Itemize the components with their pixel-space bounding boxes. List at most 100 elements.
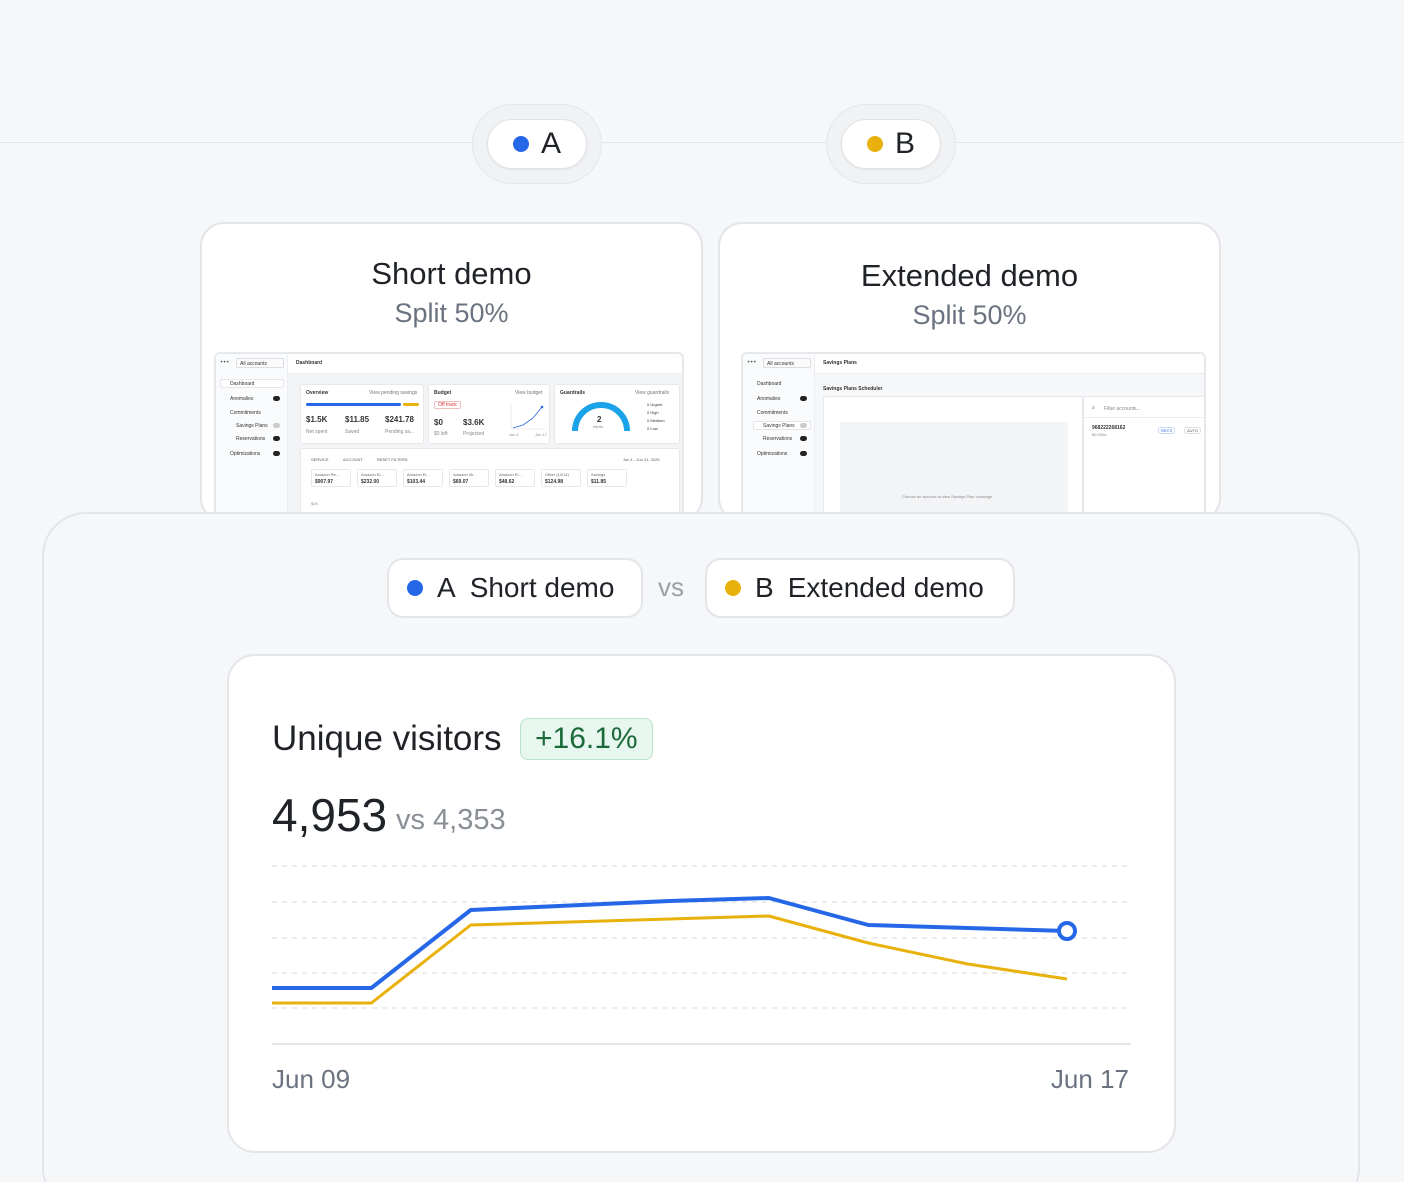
nav-item: Dashboard — [230, 381, 255, 387]
demo-card-b-title: Extended demo — [860, 258, 1079, 293]
nav-item: Commitments — [757, 410, 788, 416]
demo-card-a[interactable]: Short demo Split 50% ᐩᐩᐩ All accounts Da… — [200, 222, 703, 522]
demo-card-a-title: Short demo — [371, 256, 532, 291]
filter-input: Filter accounts... — [1104, 406, 1141, 412]
variant-a-dot-icon — [407, 580, 423, 596]
scheduler-panel: Choose an account to view Savings Plan c… — [823, 396, 1083, 520]
service-tile-value: $907.97 — [315, 479, 334, 485]
preview-sidebar: ᐩᐩᐩ All accounts Dashboard Anomalies Com… — [743, 354, 815, 520]
nav-item: Reservations — [236, 436, 266, 442]
variant-a-letter: A — [540, 127, 561, 160]
preview-topbar: Dashboard — [288, 354, 682, 374]
overview-link: View pending savings — [369, 390, 418, 396]
service-tile: Other (14/14) $124.98 — [541, 469, 581, 487]
logo-icon: ᐩᐩᐩ — [747, 359, 757, 368]
overview-title: Overview — [306, 390, 329, 396]
budget-panel: Budget View budget Off track $0 $3.6K $0… — [428, 384, 550, 444]
budget-mini-chart — [510, 403, 545, 430]
service-tile: Amazon El... $48.62 — [495, 469, 535, 487]
x-tick-label: Jun 17 — [1050, 1064, 1129, 1094]
variant-b-pill-outer: B — [826, 104, 956, 184]
service-tile-name: Amazon El... — [499, 472, 522, 477]
service-tile-name: Amazon Re... — [315, 472, 340, 477]
account-id: 968222268162 — [1092, 425, 1126, 431]
compare-a-letter: A — [437, 572, 456, 603]
budget-x-label: Jun 1 — [509, 432, 519, 437]
nav-item: Optimizations — [230, 451, 261, 457]
budget-value: $3.6K — [463, 418, 485, 427]
service-tile: Amazon El... $103.44 — [403, 469, 443, 487]
guardrails-level: 0 Medium — [647, 418, 665, 423]
service-tile: Amazon Vir... $69.07 — [449, 469, 489, 487]
preview-page-title: Dashboard — [296, 360, 323, 366]
compare-a-label: Short demo — [469, 572, 615, 603]
service-tile-value: $103.44 — [407, 479, 426, 485]
demo-b-preview: ᐩᐩᐩ All accounts Dashboard Anomalies Com… — [741, 352, 1206, 520]
overview-legend: Net spent — [306, 429, 328, 435]
budget-legend: Projected — [463, 431, 485, 437]
compare-b-label: Extended demo — [787, 572, 984, 603]
variant-a-pill-outer: A — [472, 104, 602, 184]
nav-item: Reservations — [763, 436, 793, 442]
series-line-a — [272, 896, 1068, 990]
demo-card-a-split: Split 50% — [394, 298, 509, 328]
guardrails-link: View guardrails — [635, 390, 670, 396]
compare-b-letter: B — [755, 572, 774, 603]
guardrails-title: Guardrails — [560, 390, 586, 396]
service-tile-name: Amazon Vir... — [453, 472, 477, 477]
nav-item: Savings Plans — [763, 423, 795, 429]
overview-legend: Saved — [345, 429, 360, 435]
nav-item: Savings Plans — [236, 423, 268, 429]
budget-value: $0 — [434, 418, 443, 427]
guardrails-count: 2 — [597, 415, 602, 424]
account-select: All accounts — [763, 358, 811, 368]
preview-content: Savings Plans Scheduler Choose an accoun… — [815, 374, 1204, 520]
variant-b-pill[interactable]: B — [841, 119, 941, 169]
logo-icon: ᐩᐩᐩ — [220, 359, 230, 368]
variant-b-dot-icon — [725, 580, 741, 596]
demo-a-preview: ᐩᐩᐩ All accounts Dashboard Anomalies Com… — [214, 352, 684, 520]
filter-chip: RESET FILTERS — [377, 457, 408, 462]
variant-a-pill[interactable]: A — [487, 119, 587, 169]
budget-status: Off track — [434, 401, 461, 409]
budget-title: Budget — [434, 390, 452, 396]
x-tick-label: Jun 09 — [272, 1064, 351, 1094]
date-range: Jun 1 - Jun 21, 2025 — [623, 457, 660, 462]
guardrails-level: 0 Low — [647, 426, 658, 431]
compare-variant-b-pill[interactable]: B Extended demo — [705, 558, 1015, 618]
guardrails-count-label: Alerts — [593, 424, 604, 429]
variant-b-letter: B — [894, 127, 915, 160]
service-tile-name: Other (14/14) — [545, 472, 569, 477]
service-tile-value: $69.07 — [453, 479, 469, 485]
services-panel: SERVICE ACCOUNT RESET FILTERS Jun 1 - Ju… — [300, 448, 680, 520]
compare-variant-a-pill[interactable]: A Short demo — [387, 558, 643, 618]
data-point-a[interactable] — [1057, 921, 1077, 941]
divider-line — [0, 142, 1404, 143]
search-icon: ⌕ — [1092, 405, 1095, 411]
variant-a-dot-icon — [512, 136, 529, 152]
service-tile-value: $48.62 — [499, 479, 515, 485]
budget-x-label: Jun 17 — [535, 432, 548, 437]
nav-item: Optimizations — [757, 451, 788, 457]
demo-card-b[interactable]: Extended demo Split 50% ᐩᐩᐩ All accounts… — [718, 222, 1221, 522]
account-select: All accounts — [236, 358, 284, 368]
guardrails-level: 0 High — [647, 410, 659, 415]
budget-legend: $0 left — [434, 431, 448, 437]
overview-panel: Overview View pending savings $1.5K $11.… — [300, 384, 424, 444]
guardrails-panel: Guardrails View guardrails 2 Alerts 0 Ur… — [554, 384, 680, 444]
service-tile-value: $11.85 — [591, 479, 607, 485]
demo-card-b-split: Split 50% — [912, 300, 1027, 330]
filter-chip: ACCOUNT — [343, 457, 363, 462]
variant-b-dot-icon — [866, 136, 883, 152]
vs-label: vs — [658, 572, 684, 602]
overview-legend: Pending sa... — [385, 429, 415, 435]
scheduler-title: Savings Plans Scheduler — [823, 386, 883, 392]
service-tile-name: Amazon El... — [361, 472, 384, 477]
preview-page-title: Savings Plans — [823, 360, 857, 366]
nav-item: Dashboard — [757, 381, 782, 387]
nav-item: Anomalies — [757, 396, 781, 402]
empty-state-text: Choose an account to view Savings Plan c… — [902, 494, 994, 499]
preview-sidebar: ᐩᐩᐩ All accounts Dashboard Anomalies Com… — [216, 354, 288, 520]
auto-tag: AUTO — [1184, 427, 1202, 434]
metric-chart-card: Unique visitors +16.1% 4,953 vs 4,353 Ju… — [227, 654, 1176, 1153]
